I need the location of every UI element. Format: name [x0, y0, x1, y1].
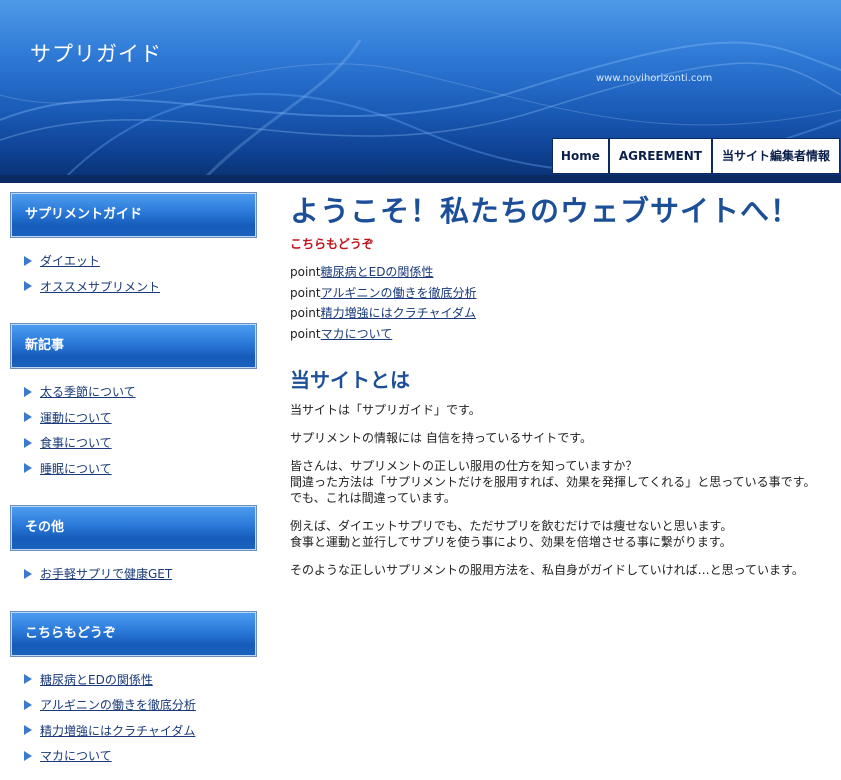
- point-prefix: point: [290, 326, 321, 341]
- site-header: サプリガイド www.novihorizonti.com Home AGREEM…: [0, 0, 841, 183]
- site-url: www.novihorizonti.com: [596, 73, 713, 84]
- nav-home[interactable]: Home: [552, 139, 608, 173]
- sidebar-link[interactable]: 食事について: [40, 434, 112, 451]
- list-item: 太る季節について: [24, 379, 257, 405]
- list-item: pointマカについて: [290, 324, 830, 345]
- sidebar-link[interactable]: マカについて: [40, 747, 112, 764]
- point-link[interactable]: 精力増強にはクラチャイダム: [321, 306, 476, 320]
- list-item: オススメサプリメント: [24, 274, 257, 300]
- sidebar-list: 太る季節について 運動について 食事について 睡眠について: [10, 369, 257, 481]
- sidebar-link[interactable]: 精力増強にはクラチャイダム: [40, 722, 195, 739]
- sidebar-link[interactable]: 糖尿病とEDの関係性: [40, 671, 153, 688]
- list-item: お手軽サプリで健康GET: [24, 561, 257, 587]
- point-link[interactable]: アルギニンの働きを徹底分析: [321, 286, 477, 300]
- header-bottom-bar: [0, 175, 841, 183]
- site-title[interactable]: サプリガイド: [30, 38, 162, 68]
- sidebar-list: お手軽サプリで健康GET: [10, 551, 257, 587]
- top-nav: Home AGREEMENT 当サイト編集者情報: [551, 138, 840, 174]
- list-item: point精力増強にはクラチャイダム: [290, 303, 830, 324]
- sidebar-list: 糖尿病とEDの関係性 アルギニンの働きを徹底分析 精力増強にはクラチャイダム マ…: [10, 657, 257, 769]
- paragraph: そのような正しいサプリメントの服用方法を、私自身がガイドしていければ…と思ってい…: [290, 562, 830, 578]
- triangle-bullet-icon: [24, 463, 32, 474]
- triangle-bullet-icon: [24, 255, 32, 266]
- point-prefix: point: [290, 265, 321, 279]
- paragraph: 皆さんは、サプリメントの正しい服用の仕方を知っていますか？ 間違った方法は「サプ…: [290, 458, 830, 506]
- paragraph: 当サイトは「サプリガイド」です。: [290, 402, 830, 418]
- paragraph: 例えば、ダイエットサプリでも、ただサプリを飲むだけでは痩せないと思います。 食事…: [290, 518, 830, 550]
- nav-agreement[interactable]: AGREEMENT: [609, 139, 711, 173]
- paragraph-line: でも、これは間違っています。: [290, 491, 456, 505]
- triangle-bullet-icon: [24, 725, 32, 736]
- paragraph-line: 間違った方法は「サプリメントだけを服用すれば、効果を発揮してくれる」と思っている…: [290, 475, 816, 489]
- sidebar-block-supplement-guide: サプリメントガイド ダイエット オススメサプリメント: [10, 192, 257, 299]
- triangle-bullet-icon: [24, 412, 32, 423]
- sidebar-heading: 新記事: [10, 323, 257, 369]
- triangle-bullet-icon: [24, 674, 32, 685]
- point-link[interactable]: マカについて: [321, 327, 393, 341]
- list-item: アルギニンの働きを徹底分析: [24, 692, 257, 718]
- about-body: 当サイトは「サプリガイド」です。 サプリメントの情報には 自信を持っているサイト…: [290, 402, 830, 578]
- point-list: point糖尿病とEDの関係性 pointアルギニンの働きを徹底分析 point…: [290, 262, 830, 344]
- sidebar-block-other: その他 お手軽サプリで健康GET: [10, 505, 257, 587]
- paragraph-line: 当サイトは「サプリガイド」です。: [290, 403, 481, 417]
- triangle-bullet-icon: [24, 281, 32, 292]
- sidebar-link[interactable]: 運動について: [40, 409, 112, 426]
- paragraph-line: サプリメントの情報には 自信を持っているサイトです。: [290, 431, 593, 445]
- list-item: point糖尿病とEDの関係性: [290, 262, 830, 283]
- page-title: ようこそ！私たちのウェブサイトへ！: [290, 194, 801, 228]
- sidebar-link[interactable]: アルギニンの働きを徹底分析: [40, 696, 196, 713]
- list-item: マカについて: [24, 743, 257, 769]
- paragraph-line: 食事と運動と並行してサプリを使う事により、効果を倍増させる事に繋がります。: [290, 535, 732, 549]
- list-item: pointアルギニンの働きを徹底分析: [290, 283, 830, 304]
- paragraph: サプリメントの情報には 自信を持っているサイトです。: [290, 430, 830, 446]
- main-content: ようこそ！私たちのウェブサイトへ！ こちらもどうぞ point糖尿病とEDの関係…: [290, 192, 830, 578]
- see-also-heading: こちらもどうぞ: [290, 237, 374, 251]
- triangle-bullet-icon: [24, 568, 32, 579]
- paragraph-line: 皆さんは、サプリメントの正しい服用の仕方を知っていますか？: [290, 459, 638, 473]
- sidebar-link[interactable]: 太る季節について: [40, 383, 136, 400]
- paragraph-line: 例えば、ダイエットサプリでも、ただサプリを飲むだけでは痩せないと思います。: [290, 519, 733, 533]
- list-item: ダイエット: [24, 248, 257, 274]
- list-item: 睡眠について: [24, 456, 257, 482]
- sidebar-link[interactable]: お手軽サプリで健康GET: [40, 565, 172, 582]
- point-prefix: point: [290, 306, 321, 320]
- sidebar-block-see-also: こちらもどうぞ 糖尿病とEDの関係性 アルギニンの働きを徹底分析 精力増強にはク…: [10, 610, 257, 769]
- triangle-bullet-icon: [24, 437, 32, 448]
- triangle-bullet-icon: [24, 699, 32, 710]
- sidebar-block-new-articles: 新記事 太る季節について 運動について 食事について 睡眠について: [10, 323, 257, 481]
- list-item: 精力増強にはクラチャイダム: [24, 718, 257, 744]
- list-item: 食事について: [24, 430, 257, 456]
- sidebar-heading: その他: [10, 505, 257, 551]
- point-link[interactable]: 糖尿病とEDの関係性: [321, 265, 434, 279]
- sidebar-link[interactable]: オススメサプリメント: [40, 278, 160, 295]
- sidebar-heading: こちらもどうぞ: [10, 610, 257, 657]
- sidebar-heading: サプリメントガイド: [10, 192, 257, 238]
- sidebar: サプリメントガイド ダイエット オススメサプリメント 新記事 太る季節について …: [10, 192, 257, 780]
- sidebar-list: ダイエット オススメサプリメント: [10, 238, 257, 299]
- point-prefix: point: [290, 285, 321, 300]
- paragraph-line: そのような正しいサプリメントの服用方法を、私自身がガイドしていければ…と思ってい…: [290, 563, 804, 577]
- list-item: 糖尿病とEDの関係性: [24, 667, 257, 693]
- list-item: 運動について: [24, 405, 257, 431]
- sidebar-link[interactable]: 睡眠について: [40, 460, 112, 477]
- about-heading: 当サイトとは: [290, 368, 410, 392]
- triangle-bullet-icon: [24, 386, 32, 397]
- nav-editor-info[interactable]: 当サイト編集者情報: [712, 139, 839, 173]
- triangle-bullet-icon: [24, 750, 32, 761]
- sidebar-link[interactable]: ダイエット: [40, 252, 100, 269]
